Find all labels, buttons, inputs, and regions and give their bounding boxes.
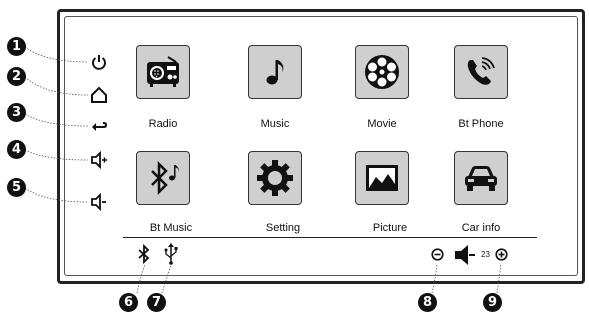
bt-music-tile[interactable] (136, 151, 190, 205)
film-reel-icon (365, 55, 399, 89)
back-icon[interactable] (90, 117, 108, 135)
bt-music-label: Bt Music (149, 222, 193, 234)
gear-icon (257, 160, 293, 196)
speaker-icon (455, 245, 475, 265)
picture-tile[interactable] (355, 151, 409, 205)
volume-down-icon[interactable] (90, 193, 108, 211)
bluetooth-status-icon (138, 244, 150, 264)
picture-icon (366, 165, 398, 191)
callout-1: 1 (7, 37, 26, 56)
music-label: Music (260, 118, 290, 130)
power-icon[interactable] (90, 53, 108, 71)
callout-9: 9 (483, 293, 502, 312)
movie-label: Movie (367, 118, 397, 130)
music-note-icon (266, 60, 284, 85)
volume-minus-button-icon[interactable] (431, 248, 444, 261)
volume-plus-button-icon[interactable] (495, 248, 508, 261)
bluetooth-music-icon (151, 160, 179, 196)
callout-7: 7 (147, 293, 166, 312)
setting-label: Setting (265, 222, 301, 234)
radio-label: Radio (148, 118, 178, 130)
volume-up-icon[interactable] (90, 151, 108, 169)
car-info-label: Car info (461, 222, 501, 234)
picture-label: Picture (372, 222, 408, 234)
volume-level: 23 (481, 250, 490, 259)
radio-icon (147, 56, 179, 87)
setting-tile[interactable] (248, 151, 302, 205)
bt-phone-label: Bt Phone (458, 118, 504, 130)
home-icon[interactable] (90, 86, 108, 104)
radio-tile[interactable] (136, 45, 190, 99)
car-info-tile[interactable] (454, 151, 508, 205)
callout-2: 2 (7, 67, 26, 86)
status-divider (123, 237, 537, 238)
bt-phone-tile[interactable] (454, 45, 508, 99)
phone-icon (467, 57, 495, 85)
callout-6: 6 (119, 293, 138, 312)
car-icon (465, 166, 497, 191)
callout-5: 5 (7, 178, 26, 197)
movie-tile[interactable] (355, 45, 409, 99)
music-tile[interactable] (248, 45, 302, 99)
callout-3: 3 (7, 103, 26, 122)
callout-4: 4 (7, 140, 26, 159)
usb-status-icon (164, 243, 178, 265)
callout-8: 8 (418, 293, 437, 312)
